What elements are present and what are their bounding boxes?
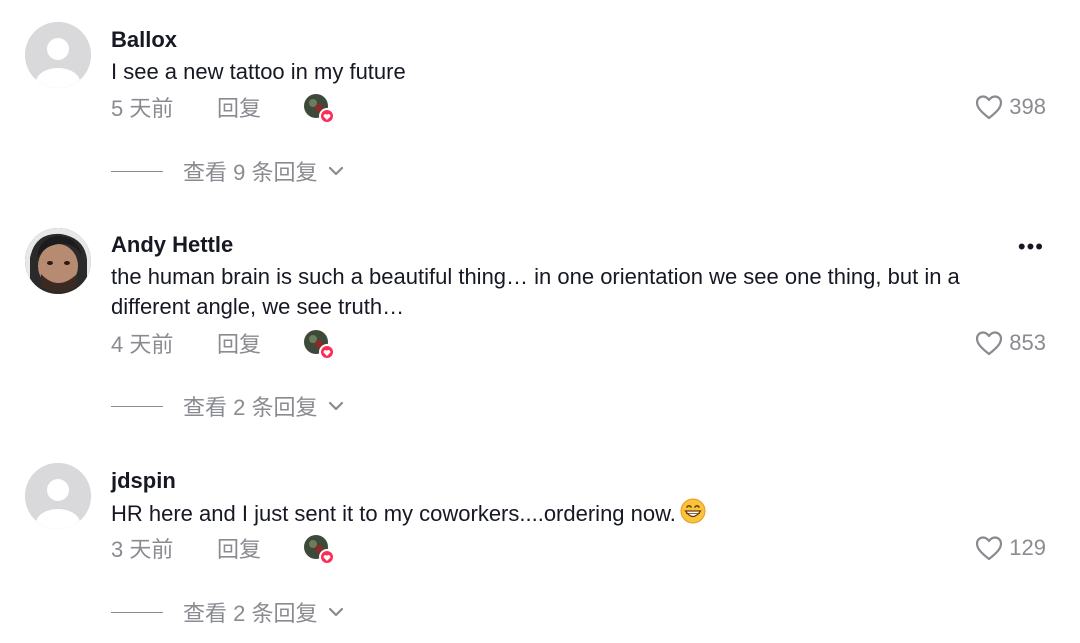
like-count: 853 <box>1009 330 1046 355</box>
view-replies-button[interactable]: 查看 9 条回复 <box>111 156 345 186</box>
comment-meta: 3 天前 回复 <box>111 532 335 565</box>
reply-button[interactable]: 回复 <box>217 532 303 564</box>
grinning-face-icon <box>680 498 706 524</box>
chevron-down-icon <box>329 607 344 617</box>
creator-liked-badge <box>303 329 335 360</box>
divider-line <box>111 405 163 407</box>
username[interactable]: Andy Hettle <box>111 232 233 258</box>
reply-button[interactable]: 回复 <box>217 327 303 359</box>
creator-liked-badge <box>303 93 335 124</box>
comment-text: HR here and I just sent it to my coworke… <box>111 498 1041 529</box>
divider-line <box>111 170 163 172</box>
comment-meta: 5 天前 回复 <box>111 91 335 124</box>
more-options-button[interactable]: ••• <box>1018 234 1044 260</box>
creator-avatar-heart-icon <box>304 94 335 124</box>
like-button[interactable]: 398 <box>975 92 1046 122</box>
like-button[interactable]: 129 <box>975 533 1046 563</box>
default-avatar-icon <box>25 463 91 529</box>
avatar[interactable] <box>25 22 91 88</box>
heart-icon <box>976 331 1003 356</box>
heart-icon <box>976 536 1003 561</box>
chevron-down-icon <box>329 401 344 411</box>
view-replies-label: 查看 2 条回复 <box>183 601 318 626</box>
timestamp: 3 天前 <box>111 537 174 562</box>
comment-text-body: HR here and I just sent it to my coworke… <box>111 501 676 526</box>
creator-avatar-heart-icon <box>304 330 335 360</box>
like-count: 398 <box>1009 94 1046 119</box>
view-replies-label: 查看 9 条回复 <box>183 160 318 185</box>
avatar[interactable] <box>25 228 91 294</box>
view-replies-button[interactable]: 查看 2 条回复 <box>111 391 345 421</box>
like-count: 129 <box>1009 535 1046 560</box>
username[interactable]: jdspin <box>111 468 176 494</box>
comment-text: I see a new tattoo in my future <box>111 59 406 84</box>
username[interactable]: Ballox <box>111 27 177 53</box>
creator-liked-badge <box>303 534 335 565</box>
view-replies-label: 查看 2 条回复 <box>183 395 318 420</box>
like-button[interactable]: 853 <box>975 328 1046 358</box>
timestamp: 5 天前 <box>111 96 174 121</box>
default-avatar-icon <box>25 22 91 88</box>
avatar[interactable] <box>25 463 91 529</box>
creator-avatar-heart-icon <box>304 535 335 565</box>
reply-button[interactable]: 回复 <box>217 91 303 123</box>
heart-icon <box>976 95 1003 120</box>
user-photo-avatar <box>25 228 91 294</box>
timestamp: 4 天前 <box>111 332 174 357</box>
chevron-down-icon <box>329 166 344 176</box>
comment-meta: 4 天前 回复 <box>111 327 335 360</box>
divider-line <box>111 611 163 613</box>
view-replies-button[interactable]: 查看 2 条回复 <box>111 597 345 627</box>
comment-text: the human brain is such a beautiful thin… <box>111 264 960 319</box>
